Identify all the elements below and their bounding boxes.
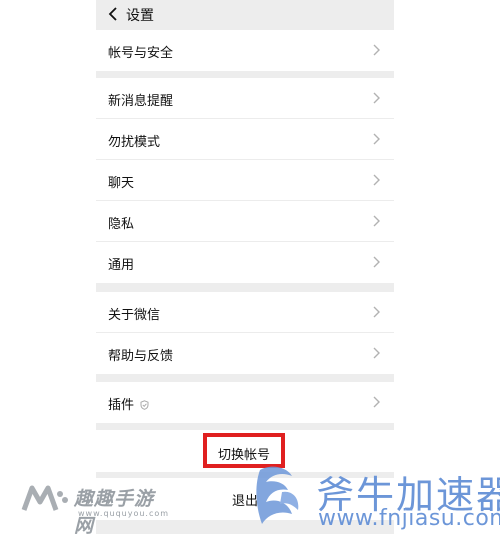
chevron-right-icon	[373, 133, 380, 145]
nav-bar: 设置	[96, 0, 394, 28]
settings-item-account-security[interactable]: 帐号与安全	[96, 30, 394, 71]
bull-logo-icon	[256, 466, 299, 524]
settings-item-chat[interactable]: 聊天	[96, 160, 394, 201]
group-plugins: 插件	[96, 382, 394, 423]
page-title: 设置	[126, 8, 154, 24]
watermark-left-url: www.ququyou.com	[78, 509, 170, 518]
chevron-right-icon	[373, 215, 380, 227]
watermark-ququyou: 趣趣手游网 www.ququyou.com	[18, 476, 170, 537]
settings-item-general[interactable]: 通用	[96, 242, 394, 283]
group-about: 关于微信 帮助与反馈	[96, 292, 394, 374]
settings-item-label: 插件	[108, 394, 149, 413]
chevron-right-icon	[373, 256, 380, 268]
chevron-right-icon	[373, 92, 380, 104]
group-general: 新消息提醒 勿扰模式 聊天 隐私 通用	[96, 78, 394, 283]
chevron-right-icon	[373, 306, 380, 318]
settings-item-privacy[interactable]: 隐私	[96, 201, 394, 242]
settings-item-label: 新消息提醒	[108, 94, 174, 109]
settings-item-about[interactable]: 关于微信	[96, 292, 394, 333]
gamepad-logo-icon	[21, 485, 68, 511]
settings-item-label: 帮助与反馈	[108, 349, 174, 364]
watermark-right-url: www.fnjiasu.com	[318, 506, 500, 531]
settings-item-label: 帐号与安全	[108, 46, 174, 61]
settings-item-plugins[interactable]: 插件	[96, 382, 394, 423]
chevron-right-icon	[373, 174, 380, 186]
chevron-right-icon	[373, 347, 380, 359]
settings-item-label: 通用	[108, 258, 135, 273]
settings-item-do-not-disturb[interactable]: 勿扰模式	[96, 119, 394, 160]
settings-item-notifications[interactable]: 新消息提醒	[96, 78, 394, 119]
settings-screen: 设置 帐号与安全 新消息提醒 勿扰模式 聊天 隐私 通用 关于微信 帮助与反馈 …	[96, 0, 394, 534]
watermark-fnjiasu: 斧牛加速器 www.fnjiasu.com	[252, 462, 500, 534]
plugins-label-text: 插件	[108, 398, 135, 413]
settings-item-label: 勿扰模式	[108, 135, 161, 150]
group-account: 帐号与安全	[96, 30, 394, 71]
settings-item-label: 聊天	[108, 176, 135, 191]
chevron-right-icon	[373, 44, 380, 56]
settings-item-label: 隐私	[108, 217, 135, 232]
switch-account-label: 切换帐号	[217, 448, 270, 463]
chevron-right-icon	[373, 396, 380, 408]
chevron-left-icon[interactable]	[106, 6, 120, 22]
settings-item-help-feedback[interactable]: 帮助与反馈	[96, 333, 394, 374]
settings-item-label: 关于微信	[108, 308, 161, 323]
shield-icon	[140, 400, 149, 410]
